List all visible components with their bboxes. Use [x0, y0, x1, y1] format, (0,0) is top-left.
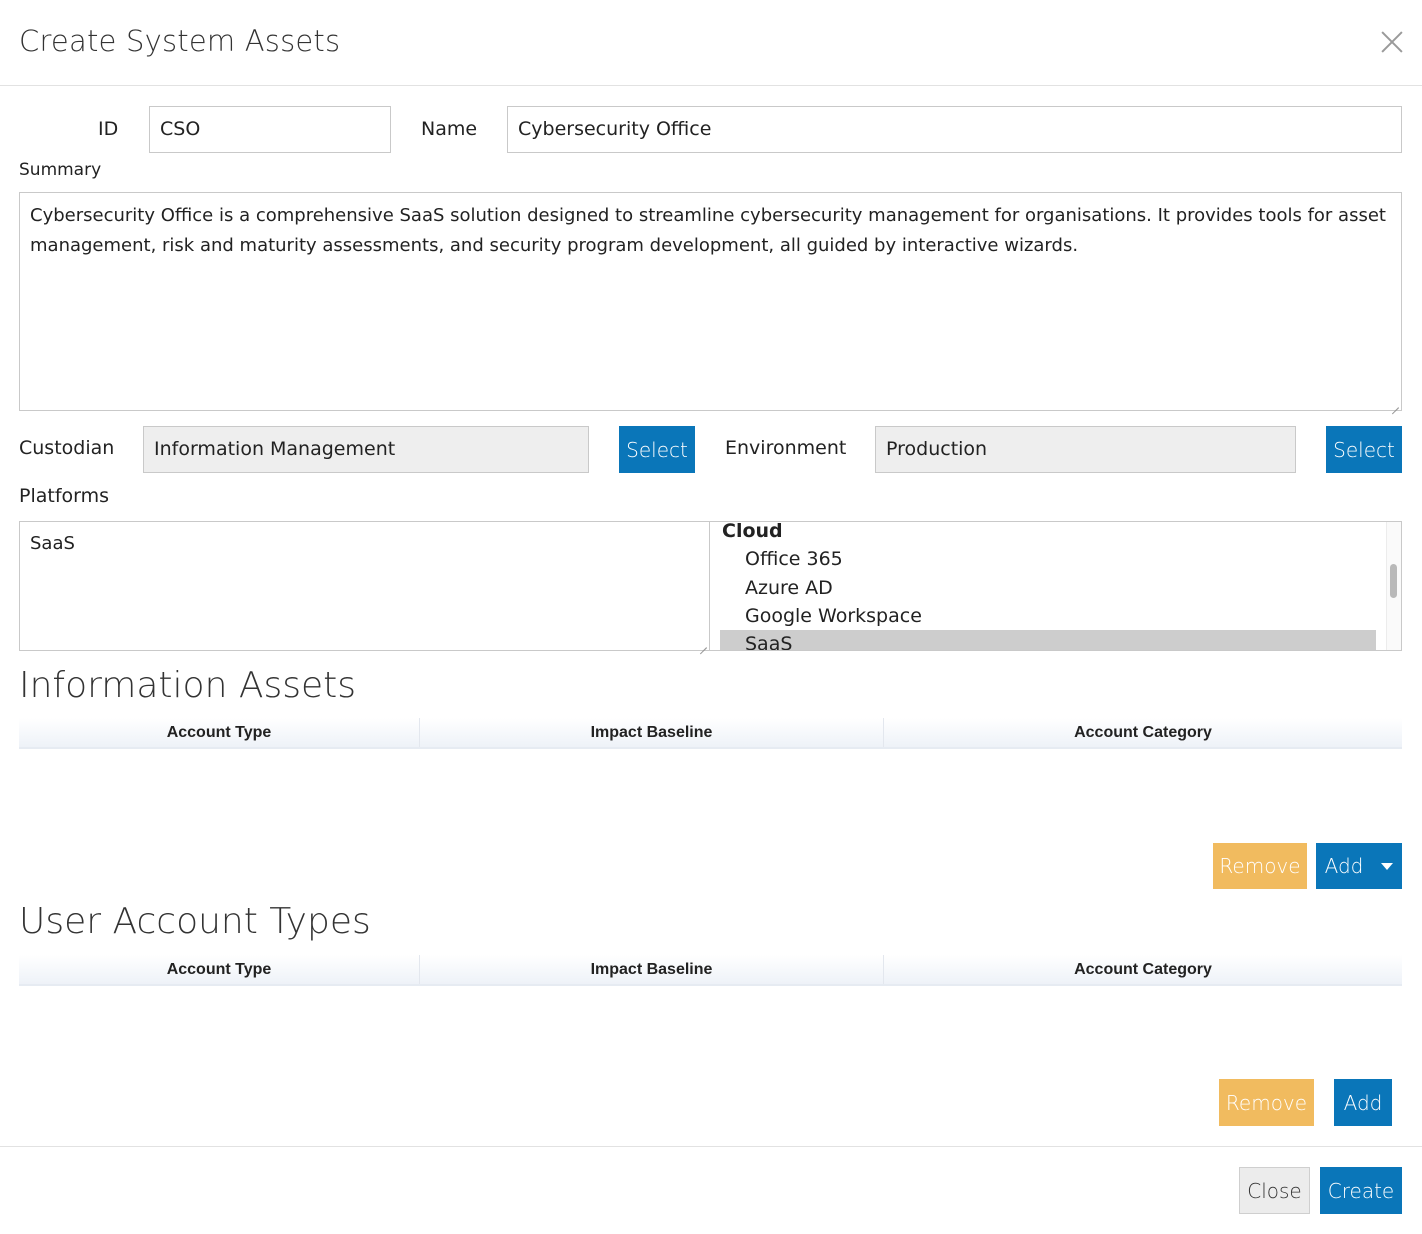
id-input[interactable]: CSO: [149, 106, 391, 153]
scrollbar-thumb[interactable]: [1390, 564, 1397, 598]
platform-options-list[interactable]: Cloud Office 365 Azure AD Google Workspa…: [710, 521, 1402, 651]
name-label: Name: [421, 118, 478, 140]
scrollbar[interactable]: [1386, 522, 1401, 650]
summary-textarea[interactable]: Cybersecurity Office is a comprehensive …: [19, 192, 1402, 411]
information-assets-table-body: [19, 751, 1402, 831]
environment-label: Environment: [725, 437, 847, 459]
option-azure-ad[interactable]: Azure AD: [745, 574, 833, 602]
footer-divider: [0, 1146, 1422, 1147]
custodian-field: Information Management: [143, 426, 589, 473]
user-account-types-table-body: [19, 988, 1402, 1068]
create-button[interactable]: Create: [1320, 1167, 1402, 1214]
information-assets-remove-button[interactable]: Remove: [1213, 843, 1307, 889]
option-google-workspace[interactable]: Google Workspace: [745, 602, 922, 630]
option-office-365[interactable]: Office 365: [745, 545, 843, 573]
custodian-label: Custodian: [19, 437, 115, 459]
summary-text: Cybersecurity Office is a comprehensive …: [30, 205, 1386, 256]
selected-option-highlight: [720, 630, 1376, 650]
column-header-account-type[interactable]: Account Type: [19, 955, 420, 984]
platforms-selected-text: SaaS: [30, 533, 75, 554]
resize-handle-icon[interactable]: [698, 639, 707, 648]
platforms-label: Platforms: [19, 485, 110, 507]
information-assets-table-header: Account Type Impact Baseline Account Cat…: [19, 718, 1402, 749]
column-header-impact-baseline[interactable]: Impact Baseline: [420, 718, 884, 747]
column-header-account-type[interactable]: Account Type: [19, 718, 420, 747]
custodian-select-button[interactable]: Select: [619, 426, 695, 473]
column-header-account-category[interactable]: Account Category: [884, 955, 1402, 984]
dialog-title: Create System Assets: [19, 24, 341, 58]
information-assets-title: Information Assets: [19, 665, 356, 706]
close-button[interactable]: Close: [1239, 1167, 1310, 1214]
column-header-account-category[interactable]: Account Category: [884, 718, 1402, 747]
column-header-impact-baseline[interactable]: Impact Baseline: [420, 955, 884, 984]
information-assets-add-button[interactable]: Add: [1316, 843, 1372, 889]
option-group-cloud: Cloud: [722, 521, 783, 542]
environment-field: Production: [875, 426, 1296, 473]
name-input[interactable]: Cybersecurity Office: [507, 106, 1402, 153]
resize-handle-icon[interactable]: [1390, 399, 1399, 408]
summary-label: Summary: [19, 160, 102, 180]
user-account-types-remove-button[interactable]: Remove: [1219, 1079, 1314, 1126]
header-divider: [0, 85, 1422, 86]
caret-down-icon: [1381, 862, 1393, 870]
user-account-types-title: User Account Types: [19, 901, 371, 942]
id-label: ID: [98, 118, 119, 140]
platforms-selected-textarea[interactable]: SaaS: [19, 521, 710, 651]
user-account-types-table-header: Account Type Impact Baseline Account Cat…: [19, 955, 1402, 986]
option-saas[interactable]: SaaS: [745, 630, 792, 650]
close-icon[interactable]: [1376, 26, 1408, 58]
environment-select-button[interactable]: Select: [1326, 426, 1402, 473]
user-account-types-add-button[interactable]: Add: [1334, 1079, 1392, 1126]
information-assets-add-dropdown[interactable]: [1372, 843, 1402, 889]
